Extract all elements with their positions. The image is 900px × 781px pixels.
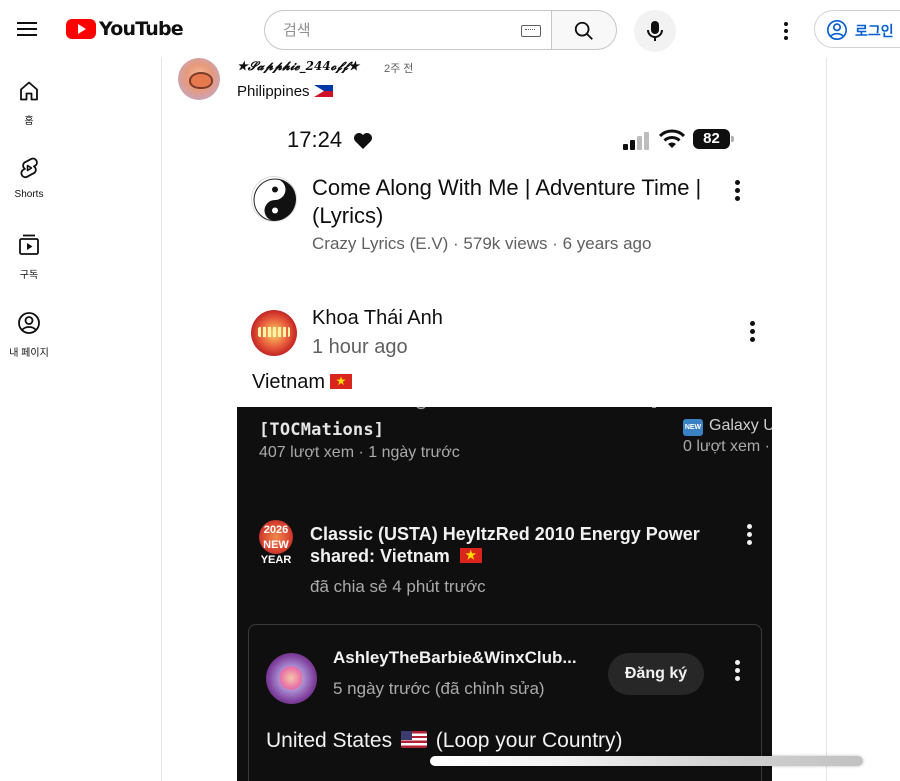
share-title-text: Classic (USTA) HeyItzRed 2010 Energy Pow… — [310, 524, 700, 566]
sidebar-item-label: Shorts — [14, 189, 44, 200]
post-author-avatar[interactable] — [178, 58, 220, 100]
post-author-name[interactable]: ★𝓢𝓪𝓹𝓹𝓱𝓲𝓮_244𝓸𝓯𝓯★ — [237, 59, 359, 74]
more-dot — [784, 36, 788, 40]
shorts-icon — [20, 157, 38, 179]
cellular-signal-icon — [623, 132, 653, 150]
vietnam-flag-icon — [459, 547, 482, 563]
commenter-avatar — [251, 310, 297, 356]
card-time: 5 ngày trước (đã chỉnh sửa) — [333, 679, 545, 698]
sharer-avatar: 2026 NEW YEAR — [259, 520, 293, 566]
account-icon — [827, 20, 847, 40]
right-video-title: NEW Galaxy U — [683, 417, 772, 436]
usa-flag-icon — [400, 731, 427, 748]
more-dot — [784, 22, 788, 26]
share-more-icon — [744, 524, 754, 548]
sign-in-button[interactable]: 로그인 — [814, 10, 900, 48]
comment-text: Vietnam — [252, 371, 353, 394]
youtube-page: YouTube 로그인 홈 Shorts 구독 — [0, 0, 900, 781]
sign-in-label: 로그인 — [855, 23, 894, 39]
sidebar-item-home[interactable]: 홈 — [0, 79, 58, 145]
search-button[interactable] — [551, 10, 617, 50]
home-icon — [20, 81, 38, 101]
heart-icon — [354, 133, 372, 149]
card-text: United States (Loop your Country) — [266, 729, 623, 753]
channel-avatar — [251, 176, 297, 222]
microphone-icon — [647, 21, 663, 41]
battery-indicator: 82 — [693, 129, 734, 149]
video-views-meta: 407 lượt xem · 1 ngày trước — [259, 444, 460, 461]
youtube-logo-icon — [66, 19, 96, 39]
video-channel-title: [TOCMations] — [259, 420, 385, 440]
video-meta: Crazy Lyrics (E.V) · 579k views · 6 year… — [312, 234, 652, 253]
menu-button[interactable] — [14, 18, 40, 44]
commenter-name: Khoa Thái Anh — [312, 307, 443, 329]
card-text-after: (Loop your Country) — [435, 729, 623, 752]
logo-text: YouTube — [99, 18, 184, 40]
share-time: đã chia sẻ 4 phút trước — [310, 577, 486, 596]
sidebar-item-you[interactable]: 내 페이지 — [0, 311, 58, 377]
top-bar: YouTube 로그인 — [0, 0, 900, 58]
video-more-icon — [732, 180, 742, 204]
card-author-avatar — [266, 653, 317, 704]
right-video-meta: 0 lượt xem · — [683, 438, 770, 455]
search-input[interactable] — [283, 19, 503, 41]
comment-text-content: Vietnam — [252, 371, 326, 393]
mini-guide-sidebar: 홈 Shorts 구독 내 페이지 — [0, 58, 58, 781]
subscribe-button: Đăng ký — [608, 653, 704, 695]
right-video-title-text: Galaxy U — [709, 417, 772, 434]
menu-icon-bar — [17, 34, 37, 36]
keyboard-icon[interactable] — [521, 25, 541, 37]
post-image[interactable]: 17:24 82 Come Along With Me | Adventure … — [237, 112, 772, 781]
card-author-name: AshleyTheBarbie&WinxClub... — [333, 648, 577, 667]
more-dot — [784, 29, 788, 33]
post-text: Philippines — [237, 83, 333, 100]
share-title: Classic (USTA) HeyItzRed 2010 Energy Pow… — [310, 523, 720, 567]
philippines-flag-icon — [313, 85, 333, 97]
menu-icon-bar — [17, 22, 37, 24]
horizontal-scrollbar[interactable] — [430, 756, 863, 766]
card-more-icon — [732, 660, 742, 684]
wifi-icon — [659, 129, 685, 148]
dark-mode-screenshot: [TOCMations] 407 lượt xem · 1 ngày trước… — [237, 407, 772, 781]
cropped-content-edge — [416, 407, 656, 410]
account-icon — [18, 312, 40, 334]
post-timestamp[interactable]: 2주 전 — [384, 60, 413, 76]
sidebar-item-shorts[interactable]: Shorts — [0, 156, 58, 222]
card-text-before: United States — [266, 729, 393, 752]
subscriptions-icon — [19, 234, 39, 255]
vietnam-flag-icon — [330, 373, 353, 389]
comment-time: 1 hour ago — [312, 336, 408, 358]
sidebar-item-label: 홈 — [24, 116, 34, 127]
voice-search-button[interactable] — [634, 10, 676, 52]
yin-yang-logo-icon — [253, 178, 296, 221]
new-badge-icon: NEW — [683, 419, 703, 436]
status-bar-time: 17:24 — [287, 127, 343, 152]
video-title: Come Along With Me | Adventure Time |(Ly… — [312, 175, 702, 228]
post-text-content: Philippines — [237, 83, 310, 100]
search-icon — [574, 21, 593, 40]
sidebar-item-label: 내 페이지 — [9, 348, 49, 359]
settings-more-button[interactable] — [776, 20, 796, 44]
sidebar-item-label: 구독 — [19, 270, 39, 281]
menu-icon-bar — [17, 28, 37, 30]
comment-more-icon — [747, 321, 757, 345]
search-box — [264, 10, 552, 50]
sidebar-item-subscriptions[interactable]: 구독 — [0, 233, 58, 299]
youtube-logo[interactable]: YouTube — [66, 14, 184, 44]
